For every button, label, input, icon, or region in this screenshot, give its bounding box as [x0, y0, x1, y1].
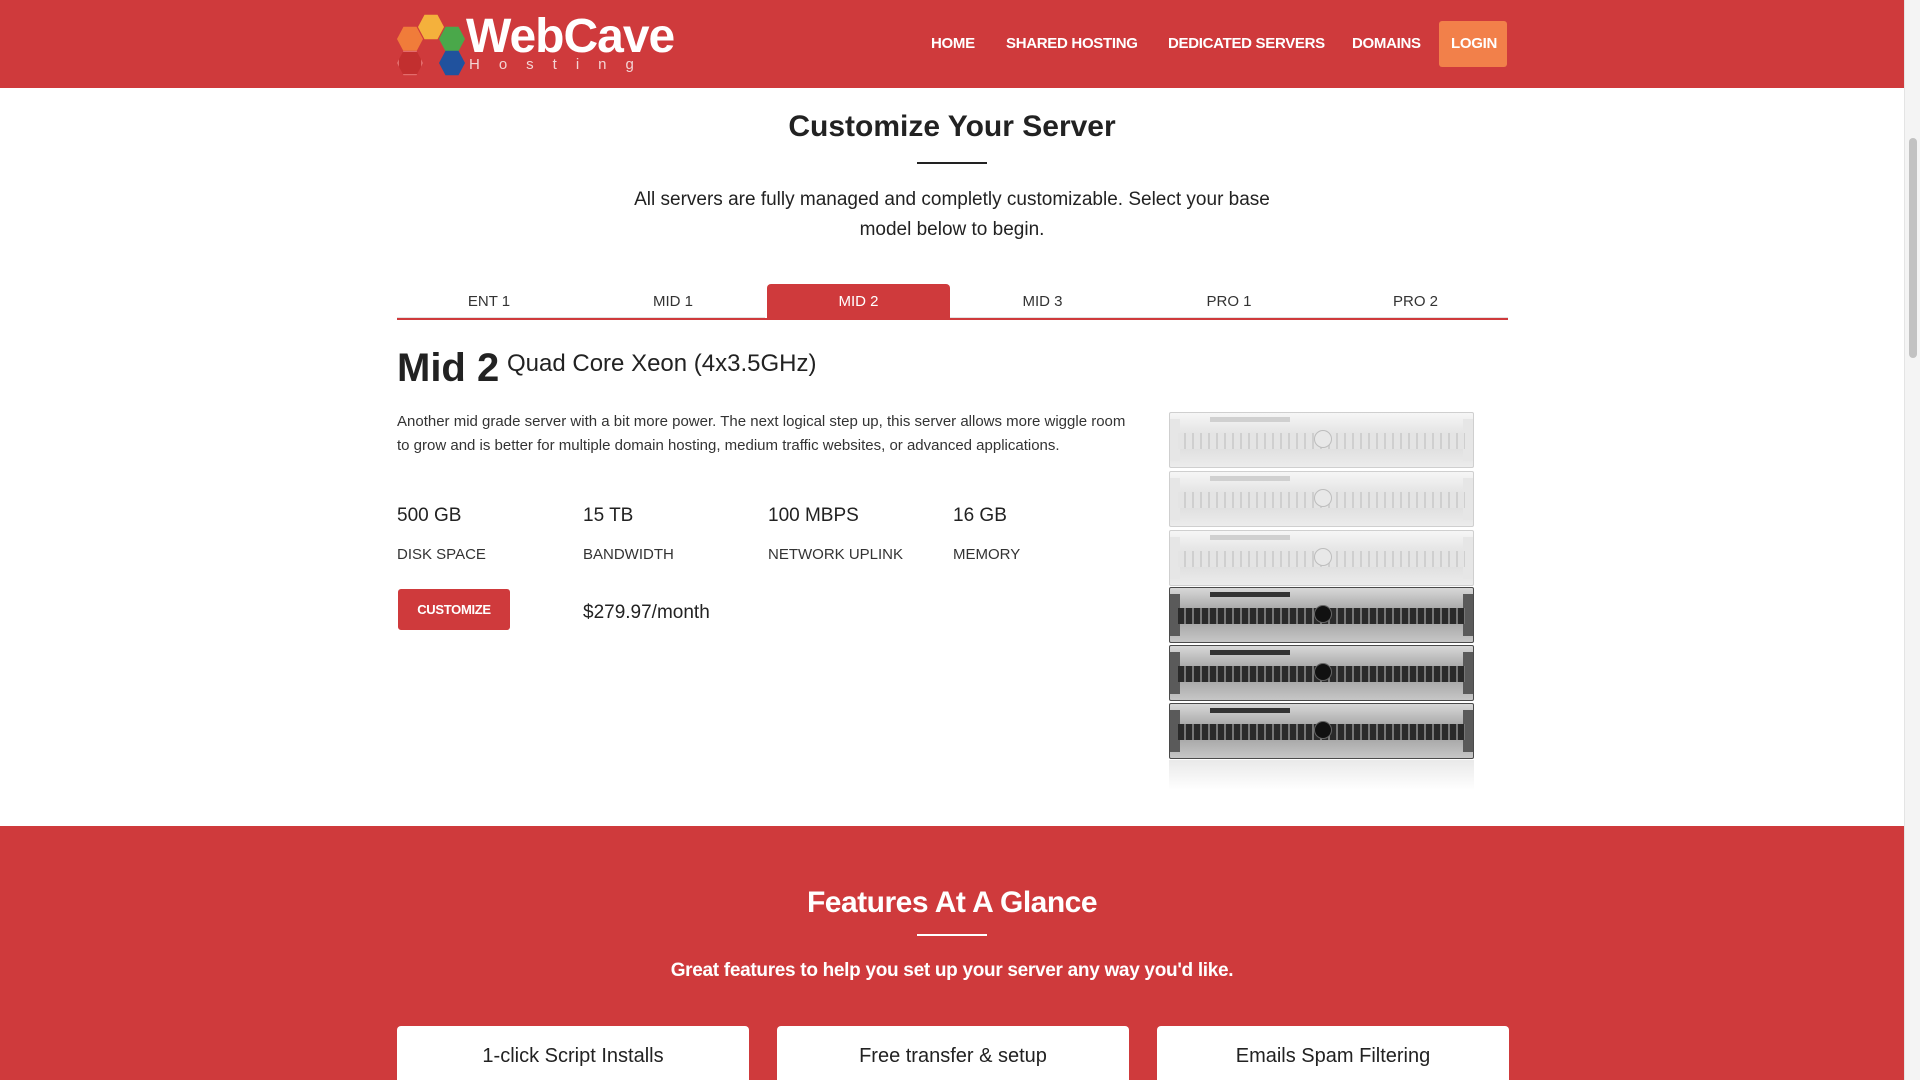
spec-uplink-value: 100 MBPS: [768, 505, 859, 526]
title-divider: [917, 162, 987, 164]
nav-dedicated-servers[interactable]: DEDICATED SERVERS: [1168, 21, 1325, 67]
site-header: WebCave Hosting HOME SHARED HOSTING DEDI…: [0, 0, 1904, 88]
logo-hex-red-icon: [397, 50, 423, 76]
features-divider: [917, 934, 987, 936]
spec-disk-label: DISK SPACE: [397, 546, 486, 563]
feature-card-script-installs[interactable]: 1-click Script Installs: [397, 1026, 749, 1080]
server-unit: [1169, 412, 1474, 468]
tab-mid-1[interactable]: MID 1: [581, 284, 765, 318]
tab-pro-2[interactable]: PRO 2: [1323, 284, 1508, 318]
tab-mid-2[interactable]: MID 2: [767, 284, 950, 318]
tab-pro-1[interactable]: PRO 1: [1135, 284, 1323, 318]
spec-memory-label: MEMORY: [953, 546, 1021, 563]
tab-ent-1[interactable]: ENT 1: [397, 284, 581, 318]
spec-disk-value: 500 GB: [397, 505, 462, 526]
logo-hex-blue-icon: [439, 50, 465, 76]
plan-description: Another mid grade server with a bit more…: [397, 413, 1126, 454]
server-unit: [1169, 703, 1474, 759]
customize-button[interactable]: CUSTOMIZE: [398, 589, 510, 630]
nav-home[interactable]: HOME: [931, 21, 975, 67]
logo-subtitle: Hosting: [469, 56, 653, 73]
plan-name: Mid 2: [397, 346, 500, 390]
feature-card-spam-filtering[interactable]: Emails Spam Filtering: [1157, 1026, 1509, 1080]
plan-cpu: Quad Core Xeon (4x3.5GHz): [507, 350, 817, 377]
nav-domains[interactable]: DOMAINS: [1352, 21, 1421, 67]
features-subtitle: Great features to help you set up your s…: [670, 960, 1234, 981]
section-description: All servers are fully managed and comple…: [634, 189, 1270, 240]
server-unit: [1169, 471, 1474, 527]
section-title: Customize Your Server: [788, 110, 1116, 143]
scrollbar-thumb[interactable]: [1909, 138, 1917, 358]
features-title: Features At A Glance: [806, 886, 1098, 919]
server-unit: [1169, 530, 1474, 586]
feature-card-free-transfer[interactable]: Free transfer & setup: [777, 1026, 1129, 1080]
logo[interactable]: WebCave Hosting: [397, 11, 675, 76]
server-rack-image: [1169, 412, 1474, 792]
page-scrollbar[interactable]: [1904, 0, 1920, 1080]
spec-memory-value: 16 GB: [953, 505, 1007, 526]
tab-mid-3[interactable]: MID 3: [950, 284, 1135, 318]
features-section: Features At A Glance Great features to h…: [0, 826, 1904, 1080]
nav-shared-hosting[interactable]: SHARED HOSTING: [1006, 21, 1138, 67]
spec-bandwidth-value: 15 TB: [583, 505, 634, 526]
server-unit: [1169, 645, 1474, 701]
nav-login-button[interactable]: LOGIN: [1439, 21, 1507, 67]
logo-hex-green-icon: [439, 26, 465, 52]
logo-hex-orange-icon: [397, 26, 423, 52]
spec-bandwidth-label: BANDWIDTH: [583, 546, 674, 563]
spec-uplink-label: NETWORK UPLINK: [768, 546, 904, 563]
rack-reflection: [1169, 760, 1474, 790]
server-unit: [1169, 587, 1474, 643]
logo-hex-yellow-icon: [418, 14, 444, 40]
plan-tabs: ENT 1 MID 1 MID 2 MID 3 PRO 1 PRO 2: [397, 284, 1508, 320]
plan-price: $279.97/month: [583, 602, 710, 623]
